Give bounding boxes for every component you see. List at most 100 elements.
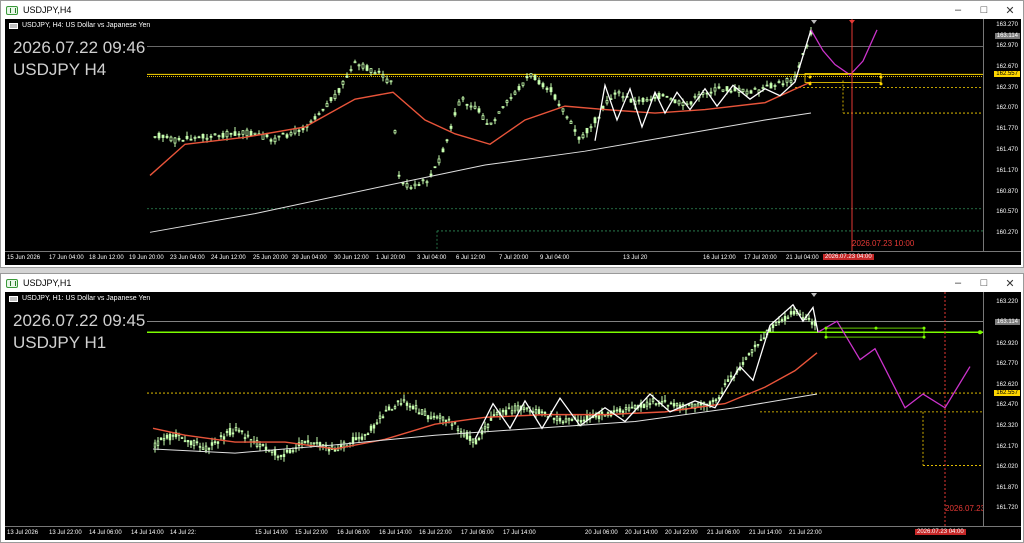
candle-body [489, 122, 493, 125]
bid-price-tag: 163.114 [994, 32, 1020, 39]
candle-body [445, 139, 449, 142]
candle-body [417, 184, 421, 186]
candle-body [569, 120, 573, 124]
time-tick: 6 Jul 12:00 [456, 255, 486, 261]
candle-body [153, 442, 157, 448]
price-scale[interactable]: 163.220163.070162.920162.770162.620162.4… [983, 292, 1021, 526]
time-tick: 15 Jul 14:00 [255, 530, 288, 536]
candle-body [269, 139, 273, 142]
candle-body [353, 61, 357, 64]
time-tick: 16 Jul 06:00 [337, 530, 370, 536]
candle-body [300, 440, 304, 444]
price-tick: 163.270 [996, 22, 1018, 28]
candle-body [161, 134, 165, 138]
candle-body [225, 130, 229, 138]
candle-body [381, 74, 385, 78]
time-tick: 14 Jul 06:00 [89, 530, 122, 536]
chart-window-h1[interactable]: USDJPY,H1 – □ ✕ USDJPY, H1: US Dollar vs… [0, 273, 1024, 543]
time-tick: 20 Jul 14:00 [625, 530, 658, 536]
time-tick: 21 Jul 06:00 [707, 530, 740, 536]
candle-body [713, 87, 717, 92]
candle-body [747, 353, 751, 356]
candle-body [357, 64, 361, 67]
candle-body [461, 97, 465, 100]
candle-body [373, 72, 377, 75]
candle-body [522, 407, 526, 411]
candle-body [653, 96, 657, 99]
candle-body [553, 94, 557, 100]
maximize-button[interactable]: □ [971, 274, 997, 292]
time-tick: 18 Jun 12:00 [89, 255, 124, 261]
candle-body [377, 70, 381, 73]
candle-body [387, 406, 391, 411]
window-titlebar[interactable]: USDJPY,H1 – □ ✕ [1, 274, 1023, 292]
candle-body [777, 81, 781, 84]
symbol-info: USDJPY, H4: US Dollar vs Japanese Yen [9, 22, 150, 29]
candle-body [273, 137, 277, 143]
chart-window-h4[interactable]: USDJPY,H4 – □ ✕ USDJPY, H4: US Dollar vs… [0, 0, 1024, 268]
chart-area[interactable]: USDJPY, H4: US Dollar vs Japanese Yen 20… [5, 19, 1021, 265]
candle-body [437, 158, 441, 164]
candle-body [690, 403, 694, 408]
candle-body [425, 181, 429, 184]
candle-body [450, 423, 454, 426]
candle-body [237, 429, 241, 432]
candle-body [745, 90, 749, 95]
level-price-tag: 162.557 [994, 390, 1020, 397]
candle-body [541, 83, 545, 88]
candle-body [201, 447, 205, 450]
price-scale[interactable]: 163.270 162.970 162.670 162.370 162.070 161.7… [983, 19, 1021, 251]
candle-body [504, 409, 508, 415]
candle-body [477, 437, 481, 441]
minimize-button[interactable]: – [945, 1, 971, 19]
price-plot[interactable] [5, 292, 983, 526]
candle-body [349, 69, 353, 71]
candle-body [726, 379, 730, 382]
candle-body [774, 322, 778, 326]
price-tick: 161.870 [996, 485, 1018, 491]
price-plot[interactable] [5, 19, 983, 251]
level-price-tag: 162.557 [994, 71, 1020, 78]
close-button[interactable]: ✕ [997, 274, 1023, 292]
time-tick: 17 Jun 04:00 [49, 255, 84, 261]
candle-body [420, 409, 424, 415]
window-titlebar[interactable]: USDJPY,H4 – □ ✕ [1, 1, 1023, 19]
minimize-button[interactable]: – [945, 274, 971, 292]
candle-body [485, 123, 489, 125]
candle-body [303, 441, 307, 444]
time-scale[interactable]: 13 Jul 2026 13 Jul 22:00 14 Jul 06:00 14 Ju… [5, 526, 1021, 540]
candle-body [570, 419, 574, 421]
time-scale[interactable]: 15 Jun 2026 17 Jun 04:00 18 Jun 12:00 19 Ju… [5, 251, 1021, 265]
candle-body [521, 82, 525, 86]
maximize-button[interactable]: □ [971, 1, 997, 19]
candle-body [255, 440, 259, 447]
candle-body [565, 116, 569, 119]
moving-average-fast [152, 352, 818, 450]
candle-body [495, 412, 499, 416]
price-tick: 163.220 [996, 299, 1018, 305]
candle-body [453, 112, 457, 116]
candle-body [789, 79, 793, 83]
chart-area[interactable]: USDJPY, H1: US Dollar vs Japanese Yen 20… [5, 292, 1021, 540]
candle-body [723, 383, 727, 386]
candle-body [432, 415, 436, 418]
candle-body [534, 409, 538, 414]
candle-body [195, 441, 199, 444]
candle-body [621, 96, 625, 99]
candle-body [277, 135, 281, 138]
candle-body [549, 87, 553, 93]
candle-body [409, 187, 413, 189]
close-button[interactable]: ✕ [997, 1, 1023, 19]
candle-body [329, 97, 333, 102]
candle-body [361, 63, 365, 69]
anchor-point [922, 326, 926, 330]
candle-body [720, 391, 724, 395]
candle-body [469, 105, 473, 108]
cursor-marker [811, 20, 817, 24]
time-tick: 1 Jul 20:00 [376, 255, 406, 261]
candle-body [672, 403, 676, 407]
candle-body [393, 130, 397, 134]
candle-body [402, 399, 406, 402]
candle-body [744, 357, 748, 360]
candle-body [711, 399, 715, 403]
